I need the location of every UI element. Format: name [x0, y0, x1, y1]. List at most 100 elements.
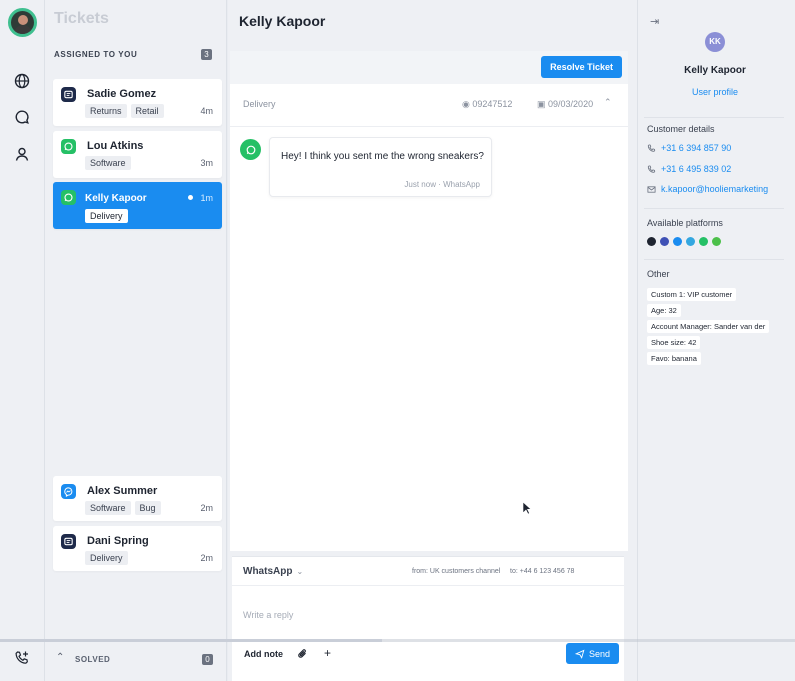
other-title: Other	[647, 269, 670, 279]
ticket-subject: Delivery	[243, 99, 276, 109]
plus-icon[interactable]: +	[324, 646, 331, 660]
ticket-tag: Bug	[134, 501, 161, 515]
ticket-card-lou-atkins[interactable]: Lou Atkins Software 3m	[53, 131, 222, 178]
add-call-icon[interactable]	[14, 650, 30, 666]
divider	[644, 117, 784, 118]
customer-name: Kelly Kapoor	[684, 65, 746, 76]
other-attribute: Age: 32	[647, 304, 681, 317]
ticket-name: Sadie Gomez	[87, 88, 157, 100]
composer-footer: Add note + Send	[232, 643, 624, 673]
send-button[interactable]: Send	[566, 643, 619, 664]
whatsapp-icon	[240, 139, 261, 160]
email-contact[interactable]: k.kapoor@hooliemarketing	[647, 184, 768, 194]
divider	[230, 126, 628, 127]
ticket-card-dani-spring[interactable]: Dani Spring Delivery 2m	[53, 526, 222, 571]
ticket-id-value: 09247512	[472, 99, 513, 109]
ticket-name: Kelly Kapoor	[85, 193, 147, 204]
collapse-panel-icon[interactable]: ⇥	[650, 15, 659, 28]
ticket-tag: Returns	[85, 104, 127, 118]
phone-number: +31 6 495 839 02	[661, 164, 732, 174]
conversation-toolbar: Resolve Ticket	[230, 51, 628, 84]
ticket-name: Lou Atkins	[87, 140, 144, 152]
divider	[644, 208, 784, 209]
channel-from-to: from: UK customers channel to: +44 6 123…	[412, 568, 575, 575]
ticket-card-alex-summer[interactable]: Alex Summer Software Bug 2m	[53, 476, 222, 521]
video-progress-fill	[0, 639, 382, 642]
ticket-time: 1m	[200, 193, 213, 203]
ticket-tag: Delivery	[85, 551, 128, 565]
reply-input[interactable]	[243, 606, 603, 624]
calendar-icon: ▣	[537, 99, 546, 109]
phone-number: +31 6 394 857 90	[661, 143, 732, 153]
email-address: k.kapoor@hooliemarketing	[661, 184, 769, 194]
other-attribute: Favo: banana	[647, 352, 701, 365]
customer-details-title: Customer details	[647, 124, 715, 134]
chevron-up-icon: ⌃	[56, 652, 65, 663]
message-bubble: Hey! I think you sent me the wrong sneak…	[269, 137, 492, 197]
mouse-cursor-icon	[522, 501, 532, 515]
reply-composer: WhatsApp ⌄ from: UK customers channel to:…	[232, 556, 624, 681]
ticket-tag: Software	[85, 501, 131, 515]
ticket-tag: Retail	[130, 104, 164, 118]
globe-icon[interactable]	[13, 72, 31, 90]
chat-platform-icon[interactable]	[647, 237, 656, 246]
other-attribute: Account Manager: Sander van der	[647, 320, 770, 333]
ticket-list: Tickets ASSIGNED TO YOU 3 Sadie Gomez Re…	[45, 0, 227, 681]
phone-contact-2[interactable]: +31 6 495 839 02	[647, 164, 731, 174]
conversation-title: Kelly Kapoor	[239, 13, 326, 29]
wechat-platform-icon[interactable]	[712, 237, 721, 246]
phone-contact-1[interactable]: +31 6 394 857 90	[647, 143, 731, 153]
telegram-platform-icon[interactable]	[686, 237, 695, 246]
add-note-button[interactable]: Add note	[244, 649, 283, 659]
ticket-tag: Delivery	[85, 209, 128, 223]
chevron-up-icon[interactable]: ⌃	[604, 97, 612, 108]
phone-icon	[647, 164, 656, 173]
chevron-down-icon: ⌄	[296, 567, 304, 576]
send-icon	[574, 649, 585, 659]
whatsapp-platform-icon[interactable]	[699, 237, 708, 246]
whatsapp-icon	[61, 190, 76, 205]
other-attribute: Shoe size: 42	[647, 336, 701, 349]
solved-count-badge: 0	[202, 654, 213, 665]
hash-icon: ◉	[462, 99, 470, 109]
ticket-date-value: 09/03/2020	[548, 99, 594, 109]
list-title: Tickets	[54, 10, 109, 27]
ticket-time: 4m	[200, 106, 213, 116]
channel-select[interactable]: WhatsApp ⌄	[243, 566, 303, 577]
user-icon[interactable]	[13, 145, 31, 163]
customer-panel: ⇥ KK Kelly Kapoor User profile Customer …	[637, 0, 795, 681]
messenger-icon	[61, 484, 76, 499]
solved-label: SOLVED	[75, 655, 111, 664]
whatsapp-icon	[61, 139, 76, 154]
video-progress-bar[interactable]	[0, 639, 795, 642]
ticket-time: 2m	[200, 553, 213, 563]
message-text: Hey! I think you sent me the wrong sneak…	[281, 151, 484, 162]
solved-section[interactable]: ⌃ SOLVED 0	[45, 640, 227, 681]
ticket-time: 3m	[200, 158, 213, 168]
available-platforms-title: Available platforms	[647, 218, 723, 228]
ticket-meta-row[interactable]: Delivery ◉ 09247512 ▣ 09/03/2020 ⌃	[230, 93, 628, 113]
phone-icon	[647, 143, 656, 152]
chat-icon[interactable]	[13, 108, 31, 126]
ticket-name: Alex Summer	[87, 485, 158, 497]
composer-header: WhatsApp ⌄ from: UK customers channel to:…	[232, 557, 624, 586]
customer-avatar: KK	[705, 32, 725, 52]
conversation-panel: Resolve Ticket Delivery ◉ 09247512 ▣ 09/…	[230, 51, 628, 551]
paperclip-icon[interactable]	[297, 648, 309, 660]
messenger-platform-icon[interactable]	[673, 237, 682, 246]
platform-icons	[647, 237, 721, 246]
assigned-count-badge: 3	[201, 49, 212, 60]
email-icon	[647, 185, 656, 193]
ticket-id: ◉ 09247512	[462, 99, 512, 110]
ticket-card-kelly-kapoor[interactable]: Kelly Kapoor 1m Delivery	[53, 182, 222, 229]
channel-select-value: WhatsApp	[243, 566, 293, 577]
send-label: Send	[588, 648, 611, 659]
viber-platform-icon[interactable]	[660, 237, 669, 246]
ticket-date: ▣ 09/03/2020	[537, 99, 593, 110]
resolve-ticket-button[interactable]: Resolve Ticket	[541, 56, 622, 78]
ticket-time: 2m	[200, 503, 213, 513]
ticket-card-sadie-gomez[interactable]: Sadie Gomez Returns Retail 4m	[53, 79, 222, 126]
user-profile-link[interactable]: User profile	[638, 87, 792, 97]
chat-channel-icon	[61, 87, 76, 102]
agent-avatar[interactable]	[8, 8, 37, 37]
